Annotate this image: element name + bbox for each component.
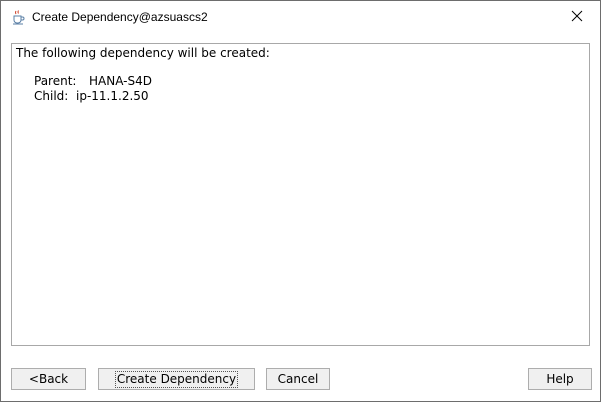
back-button-label: <Back — [28, 372, 69, 386]
java-cup-icon — [10, 9, 26, 25]
summary-heading: The following dependency will be created… — [16, 46, 270, 60]
close-button[interactable] — [554, 1, 600, 32]
help-button-label: Help — [546, 372, 574, 386]
back-button[interactable]: <Back — [11, 368, 86, 390]
child-value: ip-11.1.2.50 — [76, 89, 149, 103]
parent-value: HANA-S4D — [89, 74, 152, 88]
cancel-button-label: Cancel — [277, 372, 319, 386]
child-label: Child: — [34, 89, 69, 103]
create-dependency-button-label: Create Dependency — [114, 370, 239, 388]
window-title: Create Dependency@azsuascs2 — [32, 10, 208, 24]
dependency-summary-panel: The following dependency will be created… — [11, 43, 590, 346]
cancel-button[interactable]: Cancel — [266, 368, 330, 390]
title-bar[interactable]: Create Dependency@azsuascs2 — [1, 1, 600, 32]
parent-label: Parent: — [34, 74, 77, 88]
close-icon — [571, 7, 583, 26]
help-button[interactable]: Help — [528, 368, 592, 390]
dialog-window: Create Dependency@azsuascs2 The followin… — [0, 0, 601, 402]
create-dependency-button[interactable]: Create Dependency — [98, 368, 255, 390]
